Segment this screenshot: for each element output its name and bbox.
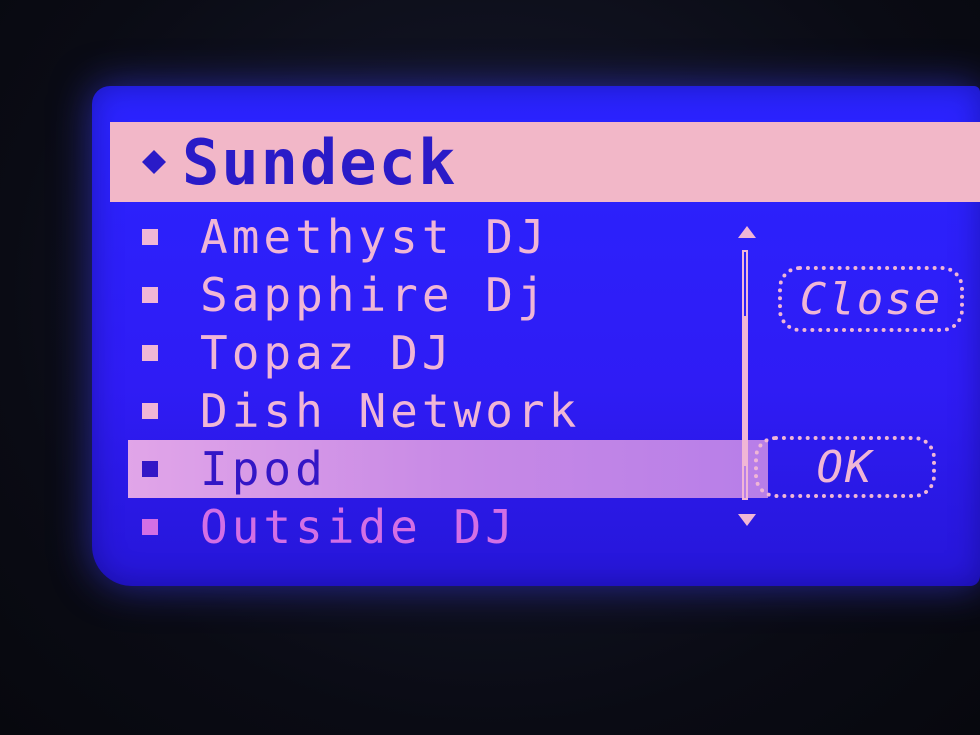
list-item-label: Ipod [200,442,327,496]
arrow-down-icon[interactable] [738,514,756,526]
list-item-dish-network[interactable]: Dish Network [128,382,768,440]
square-icon [142,229,158,245]
list-item-sapphire-dj[interactable]: Sapphire Dj [128,266,768,324]
close-button[interactable]: Close [778,266,964,332]
device-bezel: Sundeck Amethyst DJ Sapphire Dj Topaz DJ… [0,0,980,735]
square-icon [142,403,158,419]
list-item-amethyst-dj[interactable]: Amethyst DJ [128,208,768,266]
source-list: Amethyst DJ Sapphire Dj Topaz DJ Dish Ne… [128,208,768,556]
square-icon [142,519,158,535]
menu-title: Sundeck [182,125,458,199]
list-item-label: Amethyst DJ [200,210,549,264]
list-item-label: Sapphire Dj [200,268,549,322]
scroll-thumb[interactable] [742,316,748,466]
arrow-up-icon[interactable] [738,226,756,238]
square-icon [142,461,158,477]
list-item-outside-dj[interactable]: Outside DJ [128,498,768,556]
square-icon [142,345,158,361]
list-item-label: Dish Network [200,384,581,438]
ok-button[interactable]: OK [754,436,936,498]
lcd-screen: Sundeck Amethyst DJ Sapphire Dj Topaz DJ… [92,86,980,586]
list-item-ipod[interactable]: Ipod [128,440,768,498]
square-icon [142,287,158,303]
list-item-label: Outside DJ [200,500,517,554]
menu-header: Sundeck [110,122,980,202]
list-item-topaz-dj[interactable]: Topaz DJ [128,324,768,382]
diamond-icon [140,148,168,176]
list-item-label: Topaz DJ [200,326,454,380]
